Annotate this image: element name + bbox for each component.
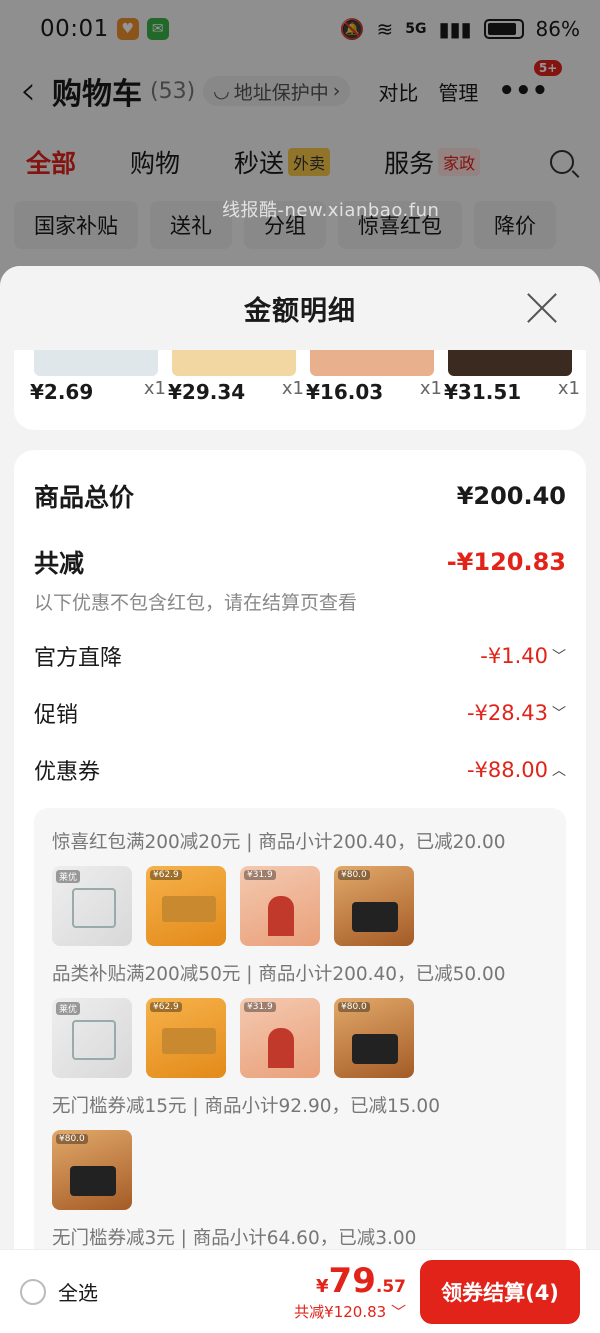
- amount-detail-sheet: 金额明细 ¥2.69 x1 ¥29.34 x1 ¥16.03 x1 ¥31.51…: [0, 266, 600, 1333]
- product-thumb: [448, 350, 572, 376]
- watermark: 线报酷-new.xianbao.fun: [222, 200, 440, 221]
- discount-lines: 官方直降 -¥1.40 ﹀ 促销 -¥28.43 ﹀ 优惠券 -¥88.00 ︿: [34, 627, 566, 798]
- product-price: ¥2.69: [30, 380, 94, 404]
- coupon-line: 无门槛券减3元 | 商品小计64.60，已减3.00: [52, 1228, 417, 1249]
- product-thumb[interactable]: 莱优: [52, 998, 132, 1078]
- line-value: -¥1.40: [480, 643, 548, 668]
- reduce-summary-toggle[interactable]: 共减¥120.83 ﹀: [294, 1301, 406, 1322]
- reduce-summary: 共减¥120.83: [294, 1303, 387, 1321]
- price-detail-card: 商品总价 ¥200.40 共减 -¥120.83 以下优惠不包含红包，请在结算页…: [14, 450, 586, 1308]
- line-label: 优惠券: [34, 759, 101, 785]
- promotion-row[interactable]: 促销 -¥28.43 ﹀: [34, 684, 566, 741]
- coupon-line: 品类补贴满200减50元 | 商品小计200.40，已减50.00: [52, 964, 506, 985]
- product-strip: ¥2.69 x1 ¥29.34 x1 ¥16.03 x1 ¥31.51 x1: [14, 350, 586, 430]
- product-thumb: [172, 350, 296, 376]
- chevron-up-icon: ︿: [552, 762, 566, 779]
- product-thumb: [34, 350, 158, 376]
- product-qty: x1: [419, 378, 442, 399]
- product-thumb[interactable]: ¥31.9: [240, 866, 320, 946]
- select-all-checkbox[interactable]: [20, 1278, 46, 1305]
- pay-dec: .57: [375, 1277, 406, 1297]
- product-thumb[interactable]: ¥80.0: [52, 1130, 132, 1210]
- product-qty: x1: [281, 378, 304, 399]
- coupon-detail-box: 惊喜红包满200减20元 | 商品小计200.40，已减20.00 莱优 ¥62…: [34, 808, 566, 1308]
- total-row: 商品总价 ¥200.40: [34, 478, 566, 514]
- coupon-products: ¥80.0: [52, 1130, 548, 1210]
- pay-int: 79: [328, 1261, 376, 1301]
- product-qty: x1: [143, 378, 166, 399]
- chevron-down-icon: ﹀: [552, 648, 566, 665]
- product-price: ¥16.03: [306, 380, 384, 404]
- coupon-row[interactable]: 优惠券 -¥88.00 ︿: [34, 741, 566, 798]
- official-discount-row[interactable]: 官方直降 -¥1.40 ﹀: [34, 627, 566, 684]
- line-label: 官方直降: [34, 645, 123, 671]
- product-price: ¥31.51: [444, 380, 522, 404]
- line-label: 促销: [34, 702, 79, 728]
- product-qty: x1: [557, 378, 580, 399]
- reduce-value: -¥120.83: [446, 548, 566, 576]
- product-thumb[interactable]: ¥31.9: [240, 998, 320, 1078]
- total-value: ¥200.40: [456, 482, 566, 510]
- product-item[interactable]: ¥16.03 x1: [304, 350, 442, 430]
- sheet-header: 金额明细: [0, 266, 600, 350]
- chevron-down-icon: ﹀: [552, 705, 566, 722]
- coupon-line: 无门槛券减15元 | 商品小计92.90，已减15.00: [52, 1096, 440, 1117]
- pay-price: ¥ 79 .57: [294, 1261, 406, 1301]
- close-icon[interactable]: [526, 292, 558, 324]
- line-value: -¥28.43: [466, 700, 548, 725]
- checkout-button[interactable]: 领券结算(4): [420, 1259, 580, 1324]
- total-label: 商品总价: [34, 483, 135, 512]
- coupon-products: 莱优 ¥62.9 ¥31.9 ¥80.0: [52, 998, 548, 1078]
- coupon-products: 莱优 ¥62.9 ¥31.9 ¥80.0: [52, 866, 548, 946]
- line-value: -¥88.00: [466, 757, 548, 782]
- checkout-bar: 全选 ¥ 79 .57 共减¥120.83 ﹀ 领券结算(4): [0, 1249, 600, 1333]
- reduce-row: 共减 -¥120.83: [34, 544, 566, 580]
- product-item[interactable]: ¥29.34 x1: [166, 350, 304, 430]
- product-thumb: [310, 350, 434, 376]
- product-thumb[interactable]: 莱优: [52, 866, 132, 946]
- discount-note: 以下优惠不包含红包，请在结算页查看: [34, 592, 358, 614]
- sheet-title: 金额明细: [244, 295, 356, 327]
- product-thumb[interactable]: ¥62.9: [146, 998, 226, 1078]
- product-item[interactable]: ¥31.51 x1: [442, 350, 580, 430]
- coupon-line: 惊喜红包满200减20元 | 商品小计200.40，已减20.00: [52, 832, 506, 853]
- chevron-down-icon: ﹀: [390, 1303, 406, 1321]
- price-summary: ¥ 79 .57 共减¥120.83 ﹀: [294, 1261, 406, 1322]
- product-price: ¥29.34: [168, 380, 246, 404]
- product-thumb[interactable]: ¥62.9: [146, 866, 226, 946]
- product-thumb[interactable]: ¥80.0: [334, 998, 414, 1078]
- product-item[interactable]: ¥2.69 x1: [28, 350, 166, 430]
- select-all-label[interactable]: 全选: [58, 1277, 98, 1306]
- product-thumb[interactable]: ¥80.0: [334, 866, 414, 946]
- pay-yen: ¥: [316, 1276, 329, 1297]
- reduce-label: 共减: [34, 549, 85, 578]
